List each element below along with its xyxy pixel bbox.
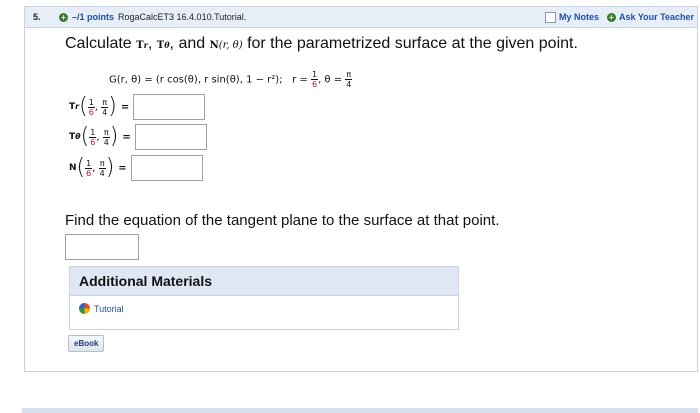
n-answer-input[interactable] <box>130 155 203 181</box>
ask-teacher-label: Ask Your Teacher <box>619 12 695 22</box>
points-label: –/1 points <box>72 12 115 22</box>
theta-label: , θ = <box>318 74 343 86</box>
question-card: 5. + –/1 points RogaCalcET3 16.4.010.Tut… <box>24 6 698 372</box>
ttheta-answer-input[interactable] <box>134 124 207 150</box>
arg-theta: π4 <box>102 127 110 147</box>
arg-r: 16 <box>87 97 95 117</box>
theta-value: π4 <box>345 70 353 89</box>
ebook-button[interactable]: eBook <box>68 335 105 352</box>
expand-plus-icon[interactable]: + <box>59 12 68 22</box>
tr-symbol: Tr <box>136 40 148 51</box>
my-notes-button[interactable]: My Notes <box>545 11 600 23</box>
r-value: 16 <box>310 70 319 89</box>
tutorial-link[interactable]: Tutorial <box>70 296 458 314</box>
answer-row-tr: Tr ( 16, π4 ) = <box>69 94 206 120</box>
equation-lhs: G(r, θ) = (r cos(θ), r sin(θ), 1 − r²); <box>109 74 283 86</box>
ttheta-symbol: Tθ <box>156 40 170 51</box>
tutorial-icon <box>79 303 90 314</box>
my-notes-label: My Notes <box>559 12 600 22</box>
next-question-border <box>22 408 698 413</box>
r-label: r = <box>292 74 308 86</box>
question-header: 5. + –/1 points RogaCalcET3 16.4.010.Tut… <box>25 7 697 28</box>
ask-teacher-button[interactable]: + Ask Your Teacher <box>607 12 694 22</box>
answer-label: Tr <box>69 102 80 112</box>
prompt-post: for the parametrized surface at the give… <box>247 35 578 52</box>
question-prompt: Calculate Tr, Tθ, and N(r, θ) for the pa… <box>65 35 578 53</box>
additional-materials-title: Additional Materials <box>70 267 458 296</box>
notes-checkbox-icon[interactable] <box>545 11 556 23</box>
answer-label: Tθ <box>69 132 81 142</box>
prompt-sep-2: , <box>169 35 174 52</box>
arg-r: 16 <box>85 158 93 178</box>
tutorial-label: Tutorial <box>94 303 124 314</box>
answer-label: N <box>69 163 77 173</box>
tangent-plane-prompt: Find the equation of the tangent plane t… <box>65 212 500 229</box>
answer-row-ttheta: Tθ ( 16, π4 ) = <box>69 124 207 150</box>
additional-materials-panel: Additional Materials Tutorial <box>69 266 459 330</box>
arg-r: 16 <box>89 127 97 147</box>
question-number: 5. <box>33 12 41 22</box>
prompt-pre: Calculate <box>65 35 132 52</box>
ask-plus-icon: + <box>607 12 616 22</box>
arg-theta: π4 <box>98 158 106 178</box>
source-label: RogaCalcET3 16.4.010.Tutorial. <box>118 12 247 22</box>
tangent-plane-input[interactable] <box>65 234 139 260</box>
tr-answer-input[interactable] <box>133 94 206 120</box>
answer-row-n: N ( 16, π4 ) = <box>69 155 203 181</box>
n-symbol: N(r, θ) <box>209 40 243 51</box>
points-group: + –/1 points RogaCalcET3 16.4.010.Tutori… <box>59 12 246 22</box>
surface-equation: G(r, θ) = (r cos(θ), r sin(θ), 1 − r²); … <box>109 70 353 89</box>
prompt-and: and <box>178 35 206 52</box>
prompt-sep-1: , <box>147 35 153 52</box>
arg-theta: π4 <box>101 97 109 117</box>
